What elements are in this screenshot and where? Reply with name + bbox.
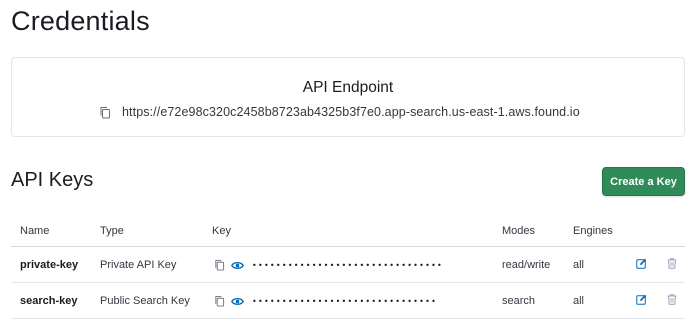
api-keys-table: Name Type Key Modes Engines private-key …	[11, 215, 685, 319]
column-header-name[interactable]: Name	[20, 225, 49, 237]
column-header-modes[interactable]: Modes	[502, 225, 535, 237]
key-type: Public Search Key	[100, 295, 190, 307]
api-endpoint-title: API Endpoint	[302, 79, 394, 96]
key-type: Private API Key	[100, 259, 177, 271]
copy-icon[interactable]	[212, 294, 226, 308]
pencil-icon[interactable]	[636, 258, 647, 272]
copy-icon[interactable]	[212, 258, 226, 272]
column-header-engines[interactable]: Engines	[573, 225, 613, 237]
table-row: private-key Private API Key ••••••••••••…	[11, 247, 685, 283]
key-value-cell: ••••••••••••••••••••••••••••••••	[212, 258, 443, 272]
api-keys-title: API Keys	[11, 169, 94, 191]
api-endpoint-row: https://e72e98c320c2458b8723ab4325b3f7e0…	[98, 105, 580, 119]
api-endpoint-url[interactable]: https://e72e98c320c2458b8723ab4325b3f7e0…	[122, 105, 580, 119]
key-value-cell: •••••••••••••••••••••••••••••••	[212, 294, 437, 308]
key-modes: search	[502, 295, 536, 307]
table-row: search-key Public Search Key •••••••••••…	[11, 283, 685, 319]
key-name: private-key	[20, 259, 79, 271]
pencil-icon[interactable]	[636, 294, 647, 308]
trash-icon[interactable]	[667, 294, 677, 308]
column-header-key[interactable]: Key	[212, 225, 231, 237]
key-modes: read/write	[502, 259, 551, 271]
create-key-button[interactable]: Create a Key	[602, 167, 685, 196]
eye-icon[interactable]	[230, 294, 244, 308]
api-endpoint-card: API Endpoint https://e72e98c320c2458b872…	[11, 57, 685, 137]
eye-icon[interactable]	[230, 258, 244, 272]
table-header: Name Type Key Modes Engines	[11, 215, 685, 247]
trash-icon[interactable]	[667, 258, 677, 272]
column-header-type[interactable]: Type	[100, 225, 124, 237]
key-engines: all	[573, 295, 585, 307]
key-name: search-key	[20, 295, 78, 307]
key-engines: all	[573, 259, 585, 271]
masked-key: •••••••••••••••••••••••••••••••	[252, 296, 438, 306]
copy-icon[interactable]	[98, 105, 112, 119]
masked-key: ••••••••••••••••••••••••••••••••	[252, 260, 443, 270]
page-title: Credentials	[11, 6, 150, 36]
